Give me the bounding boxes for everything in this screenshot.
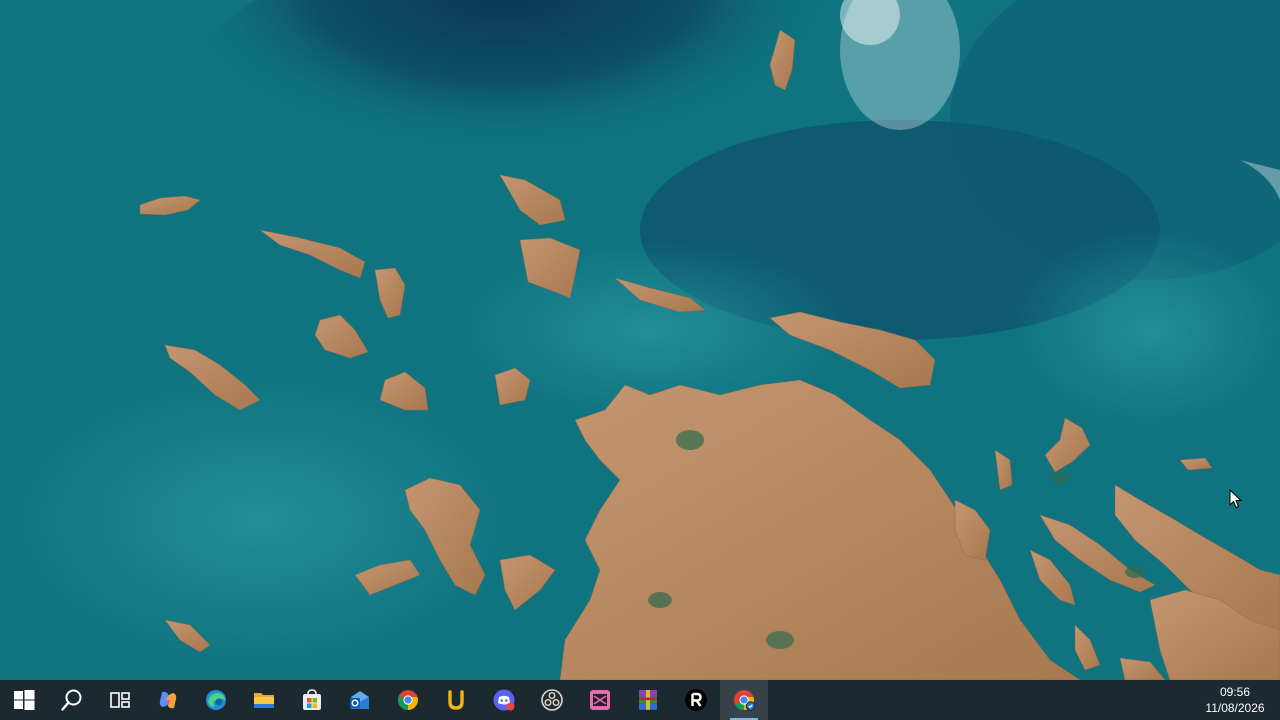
chrome-button[interactable] <box>384 680 432 720</box>
edge-icon <box>206 690 226 710</box>
edge-button[interactable] <box>192 680 240 720</box>
copilot-icon <box>159 691 177 709</box>
outlook-button[interactable] <box>336 680 384 720</box>
task-view-icon <box>110 692 130 708</box>
taskbar <box>0 680 1280 720</box>
obs-icon <box>541 689 563 711</box>
search-icon <box>61 689 82 711</box>
search-button[interactable] <box>48 680 96 720</box>
u-app-button[interactable] <box>432 680 480 720</box>
task-view-button[interactable] <box>96 680 144 720</box>
u-app-icon <box>448 690 464 710</box>
folder-icon <box>254 693 274 708</box>
film-app-button[interactable] <box>576 680 624 720</box>
store-button[interactable] <box>288 680 336 720</box>
store-icon <box>303 689 321 710</box>
copilot-button[interactable] <box>144 680 192 720</box>
start-button[interactable] <box>0 680 48 720</box>
r-app-button[interactable] <box>672 680 720 720</box>
clock-time: 09:56 <box>1219 685 1251 699</box>
film-app-icon <box>590 690 610 710</box>
desktop[interactable] <box>0 0 1280 680</box>
mouse-cursor-icon <box>1229 489 1243 509</box>
winrar-button[interactable] <box>624 680 672 720</box>
chrome-icon <box>398 690 418 711</box>
r-app-icon <box>685 689 707 711</box>
outlook-icon <box>350 691 369 709</box>
winrar-icon <box>639 690 657 710</box>
discord-icon <box>493 689 515 711</box>
file-explorer-button[interactable] <box>240 680 288 720</box>
desktop-wallpaper <box>0 0 1280 680</box>
obs-button[interactable] <box>528 680 576 720</box>
clock-date: 11/08/2026 <box>1205 701 1265 715</box>
discord-button[interactable] <box>480 680 528 720</box>
chrome-canary-icon <box>734 690 756 711</box>
chrome-canary-button[interactable] <box>720 680 768 720</box>
system-tray-clock[interactable]: 09:56 11/08/2026 <box>1190 680 1280 720</box>
windows-logo-icon <box>14 690 35 710</box>
